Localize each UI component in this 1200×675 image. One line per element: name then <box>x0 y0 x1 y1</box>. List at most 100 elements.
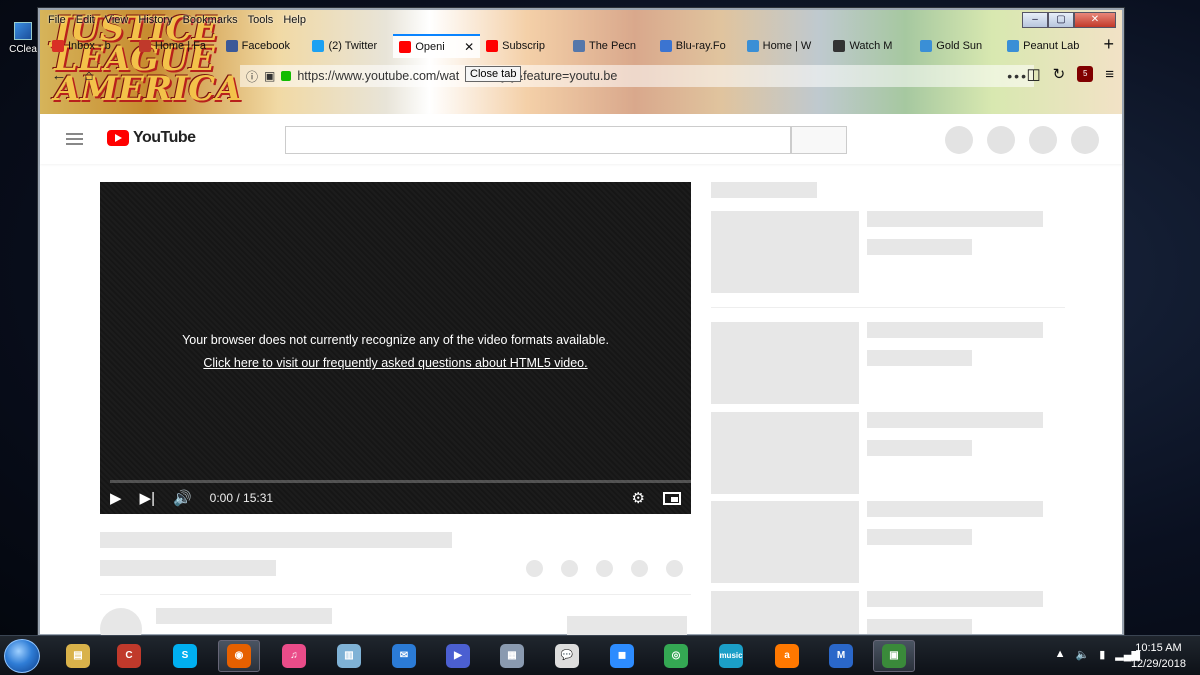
new-tab-button[interactable]: + <box>1103 34 1114 55</box>
thunderbird-icon: ✉ <box>392 644 416 668</box>
tab-label: Home | W <box>762 40 812 52</box>
menu-help[interactable]: Help <box>283 14 306 26</box>
browser-tab[interactable]: Openi ✕ <box>393 34 481 58</box>
action-placeholder <box>596 560 613 577</box>
tab-label: Gold Sun <box>936 40 983 52</box>
start-button[interactable] <box>4 639 40 673</box>
browser-tab[interactable]: (2) Twitter <box>306 34 393 58</box>
header-placeholder-icon[interactable] <box>987 126 1015 154</box>
itunes-icon: ♫ <box>282 644 306 668</box>
divider <box>711 307 1065 308</box>
permissions-icon[interactable]: ▣ <box>264 69 275 83</box>
close-tab-icon[interactable]: ✕ <box>464 40 474 54</box>
tab-label: Home | Fa <box>154 40 206 52</box>
taskbar-app-button[interactable]: S <box>164 640 206 672</box>
volume-icon[interactable]: 🔊 <box>173 489 192 507</box>
page-actions-icon[interactable]: ••• <box>1007 68 1028 84</box>
taskbar: ▤ C S ◉ ♫ ▥ ✉ ▶ ▦ 💬 ◼ ◎ music a M ▣ ▲ 🔈 ▮ ▂▄▆ 10:15 AM … <box>0 635 1200 675</box>
show-hidden-icons-icon[interactable]: ▲ <box>1055 648 1066 661</box>
browser-tab[interactable]: Peanut Lab <box>1001 34 1088 58</box>
pocket-icon[interactable]: ◫ <box>1026 65 1040 83</box>
menu-history[interactable]: History <box>138 14 172 26</box>
header-placeholder-icon[interactable] <box>945 126 973 154</box>
minimize-button[interactable]: – <box>1022 12 1048 28</box>
browser-tab[interactable]: Gold Sun <box>914 34 1001 58</box>
volume-tray-icon[interactable]: 🔈 <box>1076 648 1090 661</box>
taskbar-app-button[interactable]: M <box>820 640 862 672</box>
youtube-logo-text: YouTube <box>133 129 196 146</box>
battery-icon[interactable]: ▮ <box>1099 648 1105 661</box>
taskbar-app-button[interactable]: ▤ <box>57 640 99 672</box>
ublock-icon[interactable]: 5 <box>1077 66 1094 82</box>
taskbar-app-button[interactable]: ◉ <box>218 640 260 672</box>
taskbar-app-button[interactable]: 💬 <box>546 640 588 672</box>
tab-label: Peanut Lab <box>1023 40 1080 52</box>
menu-icon[interactable]: ≡ <box>1105 66 1114 83</box>
taskbar-app-button[interactable]: ◎ <box>655 640 697 672</box>
browser-tab[interactable]: Blu-ray.Fo <box>654 34 741 58</box>
views-placeholder <box>100 560 276 576</box>
play-icon[interactable]: ▶ <box>110 489 122 507</box>
title-placeholder <box>100 532 452 548</box>
taskbar-app-button[interactable]: ◼ <box>601 640 643 672</box>
taskbar-app-button[interactable]: ▶ <box>437 640 479 672</box>
home-icon[interactable]: ⌂ <box>78 67 100 84</box>
back-icon[interactable]: ← <box>48 67 70 84</box>
taskbar-app-button[interactable]: ✉ <box>383 640 425 672</box>
taskbar-app-button[interactable]: ▣ <box>873 640 915 672</box>
amazon-music-icon: music <box>719 644 743 668</box>
browser-tab[interactable]: Watch M <box>827 34 914 58</box>
video-meta-placeholder <box>867 529 972 545</box>
bluray-icon <box>659 40 672 52</box>
clock-time: 10:15 AM <box>1135 642 1182 654</box>
video-player[interactable]: Your browser does not currently recogniz… <box>100 182 691 514</box>
menu-tools[interactable]: Tools <box>248 14 274 26</box>
taskbar-app-button[interactable]: a <box>766 640 808 672</box>
browser-tab[interactable]: Facebook <box>220 34 307 58</box>
system-tray: ▲ 🔈 ▮ ▂▄▆ <box>1055 648 1140 661</box>
taskbar-app-button[interactable]: ▦ <box>491 640 533 672</box>
miniplayer-icon[interactable] <box>663 491 681 505</box>
browser-tab[interactable]: Subscrip <box>480 34 567 58</box>
browser-tab[interactable]: The Pecn <box>567 34 654 58</box>
header-placeholder-icon[interactable] <box>1029 126 1057 154</box>
next-icon[interactable]: ▶| <box>140 489 155 507</box>
menu-view[interactable]: View <box>105 14 129 26</box>
address-bar[interactable]: ⓘ ▣ https://www.youtube.com/wat Tu-ilcQQ… <box>240 65 1034 87</box>
html5-faq-link[interactable]: Click here to visit our frequently asked… <box>100 352 691 375</box>
time-display: 0:00 / 15:31 <box>209 491 274 505</box>
taskbar-app-button[interactable]: ▥ <box>328 640 370 672</box>
action-placeholder <box>561 560 578 577</box>
youtube-logo[interactable]: YouTube <box>107 129 196 147</box>
desktop-shortcut-ccleaner[interactable]: CClea <box>6 22 40 55</box>
player-controls: ▶ ▶| 🔊 0:00 / 15:31 ⚙ <box>100 482 691 514</box>
mail-icon <box>52 40 64 52</box>
video-meta-placeholder <box>867 239 972 255</box>
browser-tab[interactable]: Home | W <box>741 34 828 58</box>
system-clock[interactable]: 10:15 AM 12/29/2018 <box>1131 640 1186 672</box>
search-button[interactable] <box>791 126 847 154</box>
settings-gear-icon[interactable]: ⚙ <box>632 489 645 507</box>
close-window-button[interactable]: ✕ <box>1074 12 1116 28</box>
browser-tab[interactable]: Home | Fa <box>133 34 220 58</box>
menu-edit[interactable]: Edit <box>76 14 95 26</box>
browser-tab[interactable]: Inbox - b <box>46 34 133 58</box>
media-player-icon: ▶ <box>446 644 470 668</box>
url-text: https://www.youtube.com/wat <box>297 69 460 83</box>
search-input[interactable] <box>285 126 791 154</box>
taskbar-app-button[interactable]: ♫ <box>273 640 315 672</box>
facebook-icon <box>225 40 238 52</box>
menu-file[interactable]: File <box>48 14 66 26</box>
taskbar-app-button[interactable]: music <box>710 640 752 672</box>
desktop-icon-label: CClea <box>9 44 37 55</box>
video-meta-placeholder <box>867 440 972 456</box>
taskbar-app-button[interactable]: C <box>108 640 150 672</box>
info-icon[interactable]: ⓘ <box>246 68 258 85</box>
maximize-button[interactable]: ▢ <box>1048 12 1074 28</box>
header-placeholder-icon[interactable] <box>1071 126 1099 154</box>
reload-icon[interactable]: ↻ <box>1053 65 1066 83</box>
thumbnail-placeholder <box>711 211 859 293</box>
menu-bookmarks[interactable]: Bookmarks <box>183 14 238 26</box>
hamburger-menu-icon[interactable] <box>66 133 83 145</box>
video-title-placeholder <box>867 412 1043 428</box>
